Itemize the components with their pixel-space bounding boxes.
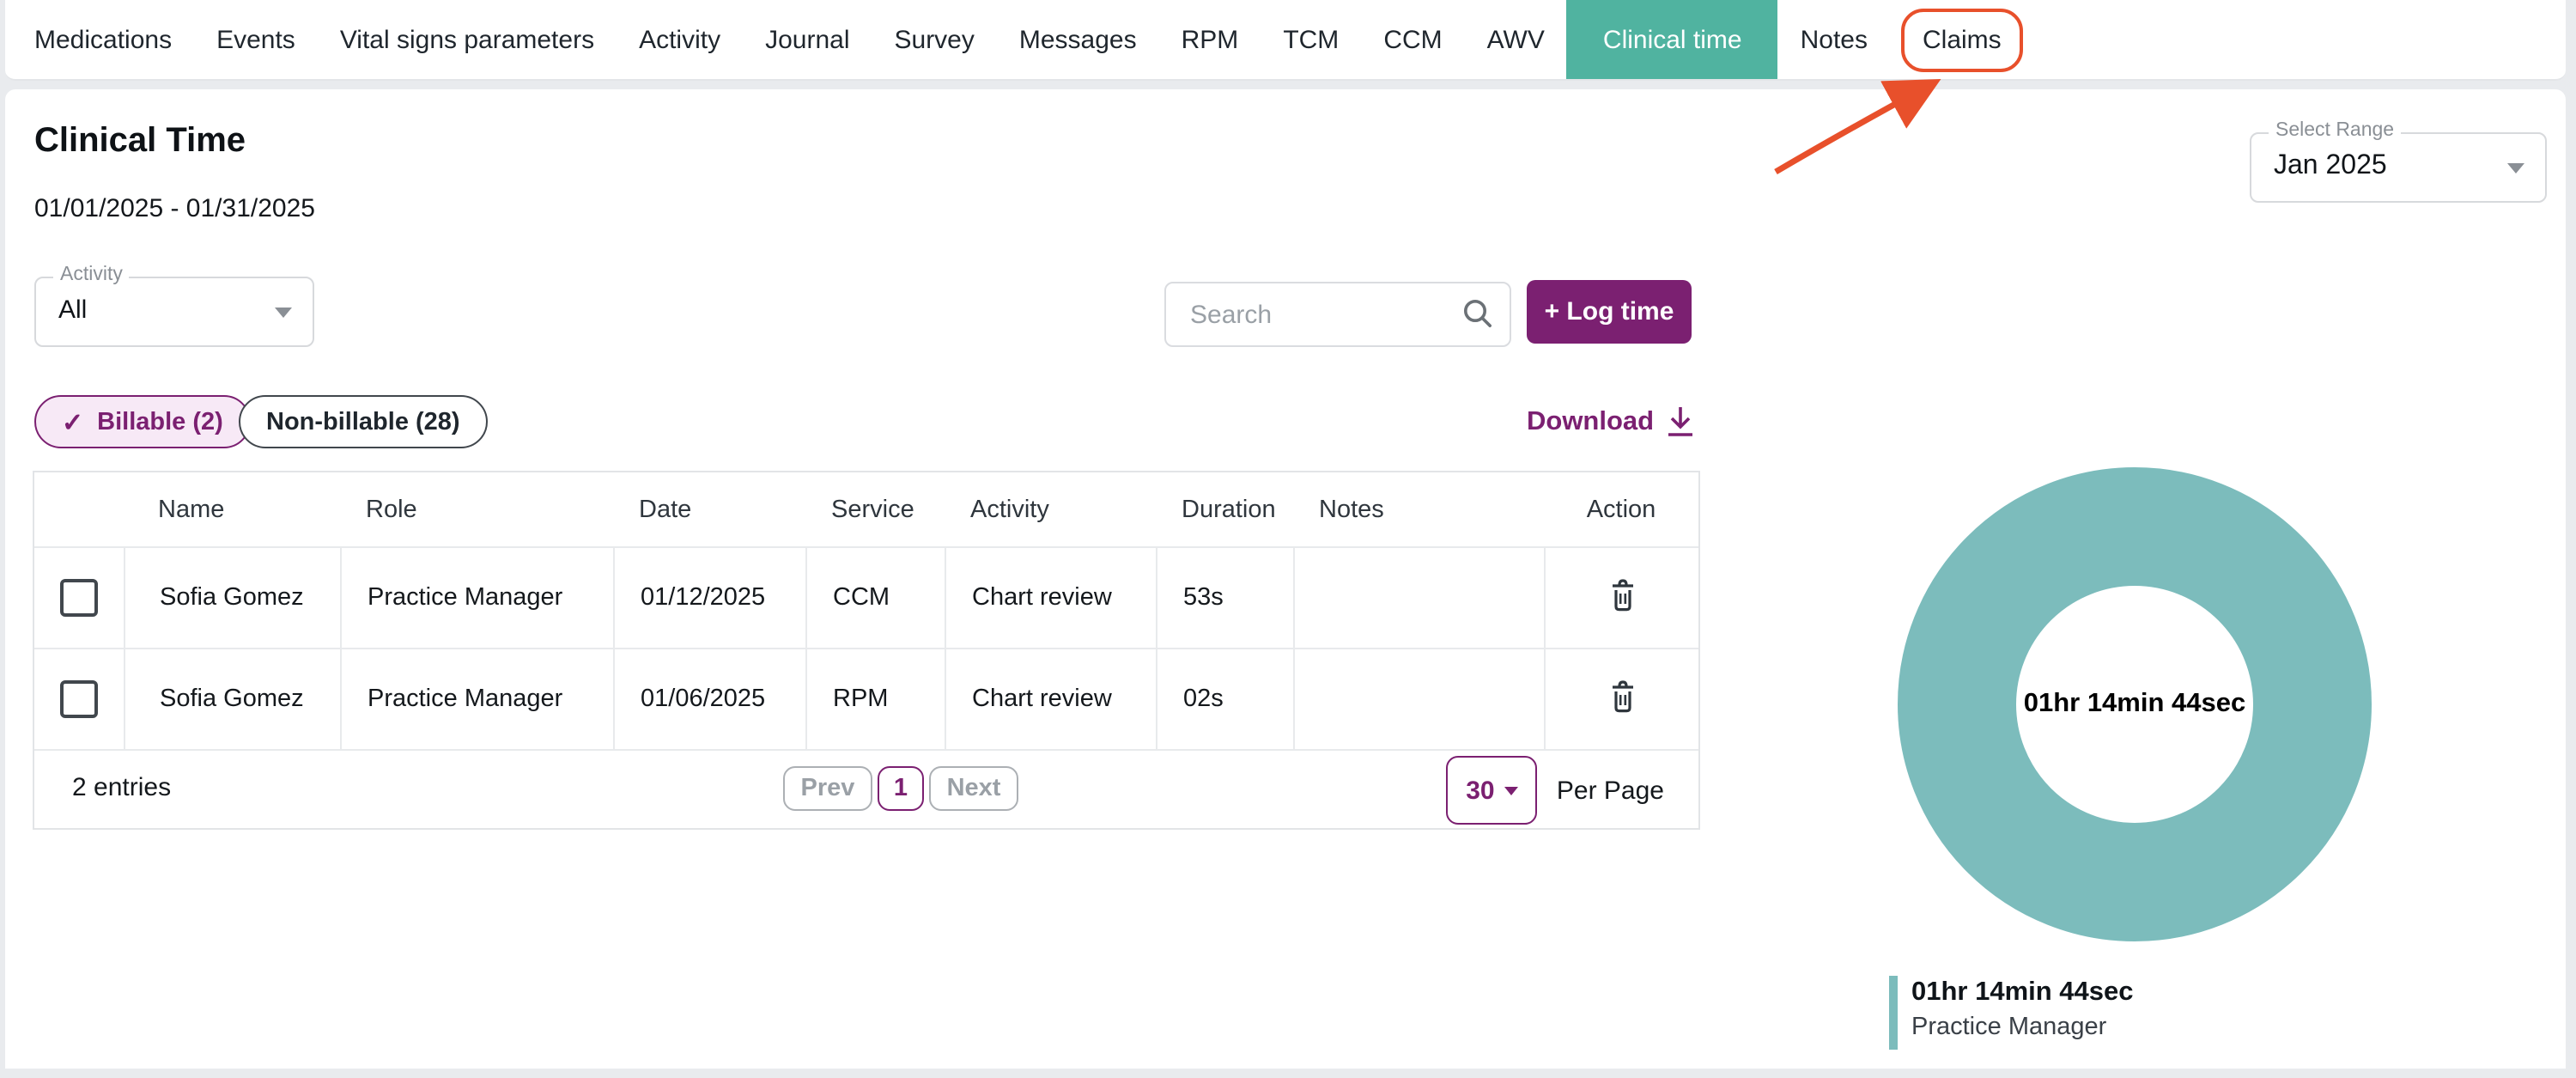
cell-activity: Chart review <box>945 548 1156 648</box>
search-field[interactable] <box>1164 282 1511 347</box>
tab-rpm[interactable]: RPM <box>1159 0 1261 79</box>
table-footer: 2 entries Prev 1 Next 30 Per Page <box>34 749 1698 828</box>
cell-name: Sofia Gomez <box>124 548 340 648</box>
filter-chip-billable[interactable]: ✓ Billable (2) <box>34 395 251 448</box>
chevron-down-icon <box>1504 786 1519 795</box>
cell-service: RPM <box>805 649 945 749</box>
pagination-controls: Prev 1 Next <box>783 766 1018 811</box>
select-range-value: Jan 2025 <box>2274 151 2387 180</box>
tab-clinical-time-active[interactable]: Clinical time <box>1566 0 1778 79</box>
download-icon <box>1668 407 1693 436</box>
clinical-time-donut-chart: 01hr 14min 44sec <box>1898 467 2372 941</box>
filter-chip-non-billable[interactable]: Non-billable (28) <box>239 395 488 448</box>
per-page-dropdown[interactable]: 30 <box>1446 756 1538 825</box>
cell-name: Sofia Gomez <box>124 649 340 749</box>
log-time-button[interactable]: + Log time <box>1527 280 1692 344</box>
legend-value: 01hr 14min 44sec <box>1911 978 2134 1007</box>
delete-entry-button[interactable] <box>1603 574 1641 622</box>
tab-journal[interactable]: Journal <box>743 0 872 79</box>
select-range-label: Select Range <box>2269 120 2402 141</box>
row-checkbox[interactable] <box>60 579 98 617</box>
tab-activity[interactable]: Activity <box>617 0 743 79</box>
header-action: Action <box>1586 496 1656 523</box>
header-service: Service <box>831 496 914 523</box>
trash-icon <box>1612 579 1632 612</box>
table-header-row: Name Role Date Service Activity Duration… <box>34 472 1698 546</box>
legend-name: Practice Manager <box>1911 1014 2107 1041</box>
activity-filter-value: All <box>58 295 88 325</box>
activity-filter-label: Activity <box>53 265 130 285</box>
non-billable-chip-label: Non-billable (28) <box>266 408 460 435</box>
search-icon <box>1464 300 1492 328</box>
donut-center-label: 01hr 14min 44sec <box>2023 689 2246 718</box>
chevron-down-icon <box>275 307 292 317</box>
billable-chip-label: Billable (2) <box>97 408 223 435</box>
search-input[interactable] <box>1187 285 1468 344</box>
tab-vital-signs-parameters[interactable]: Vital signs parameters <box>318 0 617 79</box>
tab-notes[interactable]: Notes <box>1778 0 1890 79</box>
entries-count: 2 entries <box>72 773 172 802</box>
delete-entry-button[interactable] <box>1603 675 1641 723</box>
per-page-value: 30 <box>1466 776 1495 805</box>
app-window: Medications Events Vital signs parameter… <box>0 0 2576 1078</box>
tab-claims-label: Claims <box>1923 25 2002 54</box>
header-duration: Duration <box>1182 496 1276 523</box>
tab-messages[interactable]: Messages <box>997 0 1159 79</box>
activity-filter-dropdown[interactable]: Activity All <box>34 265 314 347</box>
tab-events[interactable]: Events <box>194 0 318 79</box>
download-label: Download <box>1527 406 1655 435</box>
header-notes: Notes <box>1319 496 1384 523</box>
download-link[interactable]: Download <box>1527 405 1695 438</box>
current-page-button[interactable]: 1 <box>878 766 924 811</box>
per-page-control: 30 Per Page <box>1446 756 1664 825</box>
nav-tabs: Medications Events Vital signs parameter… <box>5 0 2034 79</box>
cell-notes <box>1293 649 1544 749</box>
tab-survey[interactable]: Survey <box>872 0 997 79</box>
cell-duration: 02s <box>1156 649 1293 749</box>
top-navigation-bar: Medications Events Vital signs parameter… <box>5 0 2566 81</box>
header-role: Role <box>366 496 417 523</box>
header-date: Date <box>639 496 692 523</box>
cell-duration: 53s <box>1156 548 1293 648</box>
row-checkbox[interactable] <box>60 680 98 718</box>
tab-ccm[interactable]: CCM <box>1361 0 1464 79</box>
table-row: Sofia Gomez Practice Manager 01/12/2025 … <box>34 546 1698 648</box>
table-row: Sofia Gomez Practice Manager 01/06/2025 … <box>34 648 1698 749</box>
clinical-time-panel: Clinical Time 01/01/2025 - 01/31/2025 Se… <box>5 89 2566 1068</box>
header-name: Name <box>158 496 225 523</box>
trash-icon <box>1612 680 1632 713</box>
chart-legend-item: 01hr 14min 44sec Practice Manager <box>1889 976 2134 1050</box>
cell-date: 01/12/2025 <box>613 548 805 648</box>
tab-claims[interactable]: Claims <box>1890 0 2034 79</box>
clinical-time-table: Name Role Date Service Activity Duration… <box>33 471 1700 830</box>
cell-activity: Chart review <box>945 649 1156 749</box>
chevron-down-icon <box>2507 162 2524 173</box>
page-title: Clinical Time <box>34 122 246 160</box>
cell-notes <box>1293 548 1544 648</box>
cell-date: 01/06/2025 <box>613 649 805 749</box>
per-page-label: Per Page <box>1556 776 1664 805</box>
checkmark-icon: ✓ <box>62 408 84 437</box>
tab-medications[interactable]: Medications <box>12 0 194 79</box>
tab-awv[interactable]: AWV <box>1465 0 1567 79</box>
cell-role: Practice Manager <box>340 649 613 749</box>
header-activity: Activity <box>970 496 1049 523</box>
cell-service: CCM <box>805 548 945 648</box>
prev-page-button[interactable]: Prev <box>783 766 872 811</box>
date-range-text: 01/01/2025 - 01/31/2025 <box>34 194 315 223</box>
legend-color-bar <box>1889 976 1898 1050</box>
red-highlight-ring: Claims <box>1900 8 2024 71</box>
tab-tcm[interactable]: TCM <box>1261 0 1361 79</box>
select-range-dropdown[interactable]: Select Range Jan 2025 <box>2250 120 2547 203</box>
next-page-button[interactable]: Next <box>929 766 1018 811</box>
cell-role: Practice Manager <box>340 548 613 648</box>
